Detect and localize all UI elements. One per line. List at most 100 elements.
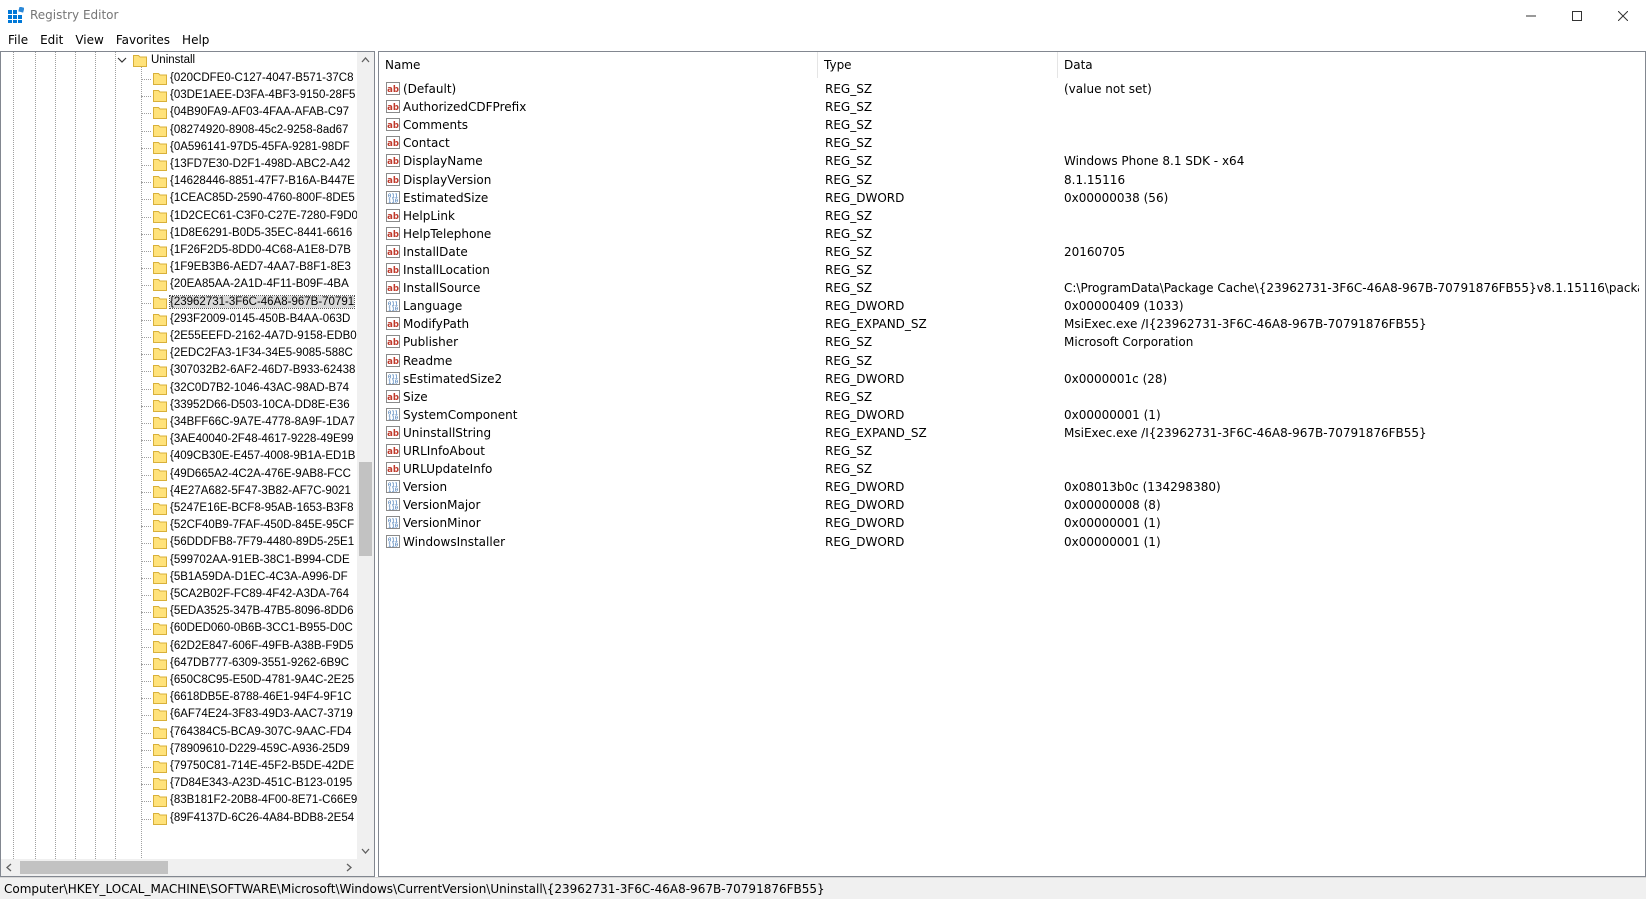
tree-node-subkey[interactable]: {32C0D7B2-1046-43AC-98AD-B74: [1, 380, 357, 398]
tree-node-subkey[interactable]: {7D84E343-A23D-451C-B123-0195: [1, 775, 357, 793]
tree-node-subkey[interactable]: {2EDC2FA3-1F34-34E5-9085-588C: [1, 345, 357, 363]
tree-node-subkey[interactable]: {5B1A59DA-D1EC-4C3A-A996-DF: [1, 569, 357, 587]
close-button[interactable]: [1600, 0, 1646, 31]
value-row[interactable]: ab InstallLocation REG_SZ: [379, 260, 1645, 279]
menu-file[interactable]: File: [2, 31, 34, 51]
value-row[interactable]: 011 110 VersionMinor REG_DWORD 0x00000001 (1…: [379, 513, 1645, 532]
svg-text:110: 110: [388, 542, 398, 548]
value-row[interactable]: ab URLInfoAbout REG_SZ: [379, 441, 1645, 460]
minimize-button[interactable]: [1508, 0, 1554, 31]
value-row[interactable]: ab HelpLink REG_SZ: [379, 206, 1645, 225]
scroll-left-arrow-icon[interactable]: [1, 859, 18, 876]
registry-values-list[interactable]: Name Type Data ab (Default) REG_SZ (value n…: [378, 51, 1646, 877]
value-row[interactable]: ab URLUpdateInfo REG_SZ: [379, 459, 1645, 478]
menu-view[interactable]: View: [69, 31, 109, 51]
tree-vertical-scrollbar[interactable]: [357, 52, 374, 859]
tree-node-subkey[interactable]: {04B90FA9-AF03-4FAA-AFAB-C97: [1, 104, 357, 122]
tree-node-subkey[interactable]: {34BFF66C-9A7E-4778-8A9F-1DA7: [1, 414, 357, 432]
tree-node-subkey[interactable]: {0A596141-97D5-45FA-9281-98DF: [1, 139, 357, 157]
tree-node-subkey[interactable]: {1D8E6291-B0D5-35EC-8441-6616: [1, 225, 357, 243]
tree-node-subkey[interactable]: {60DED060-0B6B-3CC1-B955-D0C: [1, 620, 357, 638]
svg-text:ab: ab: [387, 393, 399, 403]
tree-node-subkey[interactable]: {599702AA-91EB-38C1-B994-CDE: [1, 552, 357, 570]
value-row[interactable]: 011 110 sEstimatedSize2 REG_DWORD 0x0000001c…: [379, 369, 1645, 388]
column-header-data[interactable]: Data: [1058, 52, 1645, 78]
svg-text:ab: ab: [387, 248, 399, 258]
value-row[interactable]: 011 110 Language REG_DWORD 0x00000409 (1033): [379, 296, 1645, 315]
tree-node-subkey[interactable]: {650C8C95-E50D-4781-9A4C-2E25: [1, 672, 357, 690]
menu-favorites[interactable]: Favorites: [110, 31, 176, 51]
tree-node-subkey[interactable]: {1CEAC85D-2590-4760-800F-8DE5: [1, 190, 357, 208]
tree-node-subkey[interactable]: {20EA85AA-2A1D-4F11-B09F-4BA: [1, 276, 357, 294]
tree-node-subkey[interactable]: {33952D66-D503-10CA-DD8E-E36: [1, 397, 357, 415]
value-row[interactable]: ab DisplayVersion REG_SZ 8.1.15116: [379, 170, 1645, 189]
value-row[interactable]: ab DisplayName REG_SZ Windows Phone 8.1 SDK…: [379, 151, 1645, 170]
maximize-button[interactable]: [1554, 0, 1600, 31]
value-row[interactable]: ab Comments REG_SZ: [379, 115, 1645, 134]
tree-node-subkey[interactable]: {62D2E847-606F-49FB-A38B-F9D5: [1, 638, 357, 656]
tree-node-subkey[interactable]: {56DDDFB8-7F79-4480-89D5-25E1: [1, 534, 357, 552]
tree-node-subkey[interactable]: {13FD7E30-D2F1-498D-ABC2-A42: [1, 156, 357, 174]
value-row[interactable]: 011 110 WindowsInstaller REG_DWORD 0x0000000…: [379, 532, 1645, 551]
tree-node-subkey[interactable]: {409CB30E-E457-4008-9B1A-ED1B: [1, 448, 357, 466]
value-row[interactable]: ab InstallDate REG_SZ 20160705: [379, 242, 1645, 261]
tree-node-subkey[interactable]: {89F4137D-6C26-4A84-BDB8-2E54: [1, 810, 357, 828]
tree-node-subkey[interactable]: {78909610-D229-459C-A936-25D9: [1, 741, 357, 759]
tree-node-subkey[interactable]: {5CA2B02F-FC89-4F42-A3DA-764: [1, 586, 357, 604]
tree-node-subkey[interactable]: {1D2CEC61-C3F0-C27E-7280-F9D0: [1, 208, 357, 226]
tree-node-subkey[interactable]: {4E27A682-5F47-3B82-AF7C-9021: [1, 483, 357, 501]
value-row[interactable]: 011 110 Version REG_DWORD 0x08013b0c (134298…: [379, 477, 1645, 496]
tree-node-subkey[interactable]: {307032B2-6AF2-46D7-B933-62438: [1, 362, 357, 380]
tree-node-subkey[interactable]: {764384C5-BCA9-307C-9AAC-FD4: [1, 724, 357, 742]
tree-node-subkey[interactable]: {49D665A2-4C2A-476E-9AB8-FCC: [1, 466, 357, 484]
menu-edit[interactable]: Edit: [34, 31, 69, 51]
tree-node-subkey[interactable]: {1F9EB3B6-AED7-4AA7-B8F1-8E3: [1, 259, 357, 277]
value-row[interactable]: 011 110 SystemComponent REG_DWORD 0x00000001…: [379, 405, 1645, 424]
scroll-right-arrow-icon[interactable]: [340, 859, 357, 876]
tree-node-subkey[interactable]: {2E55EEFD-2162-4A7D-9158-EDB0: [1, 328, 357, 346]
tree-node-subkey[interactable]: {23962731-3F6C-46A8-967B-70791: [1, 294, 357, 312]
tree-node-subkey[interactable]: {647DB777-6309-3551-9262-6B9C: [1, 655, 357, 673]
value-row[interactable]: ab Publisher REG_SZ Microsoft Corporation: [379, 332, 1645, 351]
value-row[interactable]: ab Size REG_SZ: [379, 387, 1645, 406]
value-row[interactable]: ab ModifyPath REG_EXPAND_SZ MsiExec.exe /I{…: [379, 314, 1645, 333]
value-row[interactable]: 011 110 EstimatedSize REG_DWORD 0x00000038 (…: [379, 188, 1645, 207]
tree-guide-dash: [141, 491, 151, 493]
value-row[interactable]: ab (Default) REG_SZ (value not set): [379, 79, 1645, 98]
tree-node-subkey[interactable]: {6AF74E24-3F83-49D3-AAC7-3719: [1, 706, 357, 724]
value-row[interactable]: ab InstallSource REG_SZ C:\ProgramData\Pack…: [379, 278, 1645, 297]
value-row[interactable]: ab Readme REG_SZ: [379, 351, 1645, 370]
registry-key-tree[interactable]: Uninstall {020CDFE0-C127-4047-B571-37C8 {…: [0, 51, 375, 877]
value-row[interactable]: ab AuthorizedCDFPrefix REG_SZ: [379, 97, 1645, 116]
column-header-name[interactable]: Name: [379, 52, 818, 78]
tree-node-subkey[interactable]: {3AE40040-2F48-4617-9228-49E99: [1, 431, 357, 449]
tree-node-subkey[interactable]: {03DE1AEE-D3FA-4BF3-9150-28F5: [1, 87, 357, 105]
tree-node-subkey[interactable]: {83B181F2-20B8-4F00-8E71-C66E9: [1, 792, 357, 810]
tree-vertical-scroll-thumb[interactable]: [359, 462, 372, 556]
tree-node-subkey[interactable]: {020CDFE0-C127-4047-B571-37C8: [1, 70, 357, 88]
tree-node-subkey[interactable]: {6618DB5E-8788-46E1-94F4-9F1C: [1, 689, 357, 707]
scrollbar-corner: [357, 859, 374, 876]
tree-node-uninstall[interactable]: Uninstall: [1, 52, 357, 70]
value-row[interactable]: 011 110 VersionMajor REG_DWORD 0x00000008 (8…: [379, 495, 1645, 514]
tree-horizontal-scrollbar[interactable]: [1, 859, 357, 876]
tree-node-subkey[interactable]: {293F2009-0145-450B-B4AA-063D: [1, 311, 357, 329]
tree-node-subkey[interactable]: {52CF40B9-7FAF-450D-845E-95CF: [1, 517, 357, 535]
tree-node-subkey[interactable]: {5EDA3525-347B-47B5-8096-8DD6: [1, 603, 357, 621]
tree-node-subkey[interactable]: {08274920-8908-45c2-9258-8ad67: [1, 122, 357, 140]
tree-node-subkey[interactable]: {5247E16E-BCF8-95AB-1653-B3F8: [1, 500, 357, 518]
menu-help[interactable]: Help: [176, 31, 215, 51]
tree-horizontal-scroll-thumb[interactable]: [20, 861, 168, 874]
value-row[interactable]: ab Contact REG_SZ: [379, 133, 1645, 152]
scroll-down-arrow-icon[interactable]: [357, 842, 374, 859]
tree-node-subkey[interactable]: {79750C81-714E-45F2-B5DE-42DE: [1, 758, 357, 776]
value-row[interactable]: ab HelpTelephone REG_SZ: [379, 224, 1645, 243]
scroll-up-arrow-icon[interactable]: [357, 52, 374, 69]
tree-node-subkey[interactable]: {14628446-8851-47F7-B16A-B447E: [1, 173, 357, 191]
string-value-icon: ab: [386, 281, 400, 295]
column-header-type[interactable]: Type: [818, 52, 1058, 78]
tree-node-subkey[interactable]: {1F26F2D5-8DD0-4C68-A1E8-D7B: [1, 242, 357, 260]
value-row[interactable]: ab UninstallString REG_EXPAND_SZ MsiExec.ex…: [379, 423, 1645, 442]
folder-icon: [153, 520, 167, 533]
value-name: URLUpdateInfo: [403, 462, 493, 477]
